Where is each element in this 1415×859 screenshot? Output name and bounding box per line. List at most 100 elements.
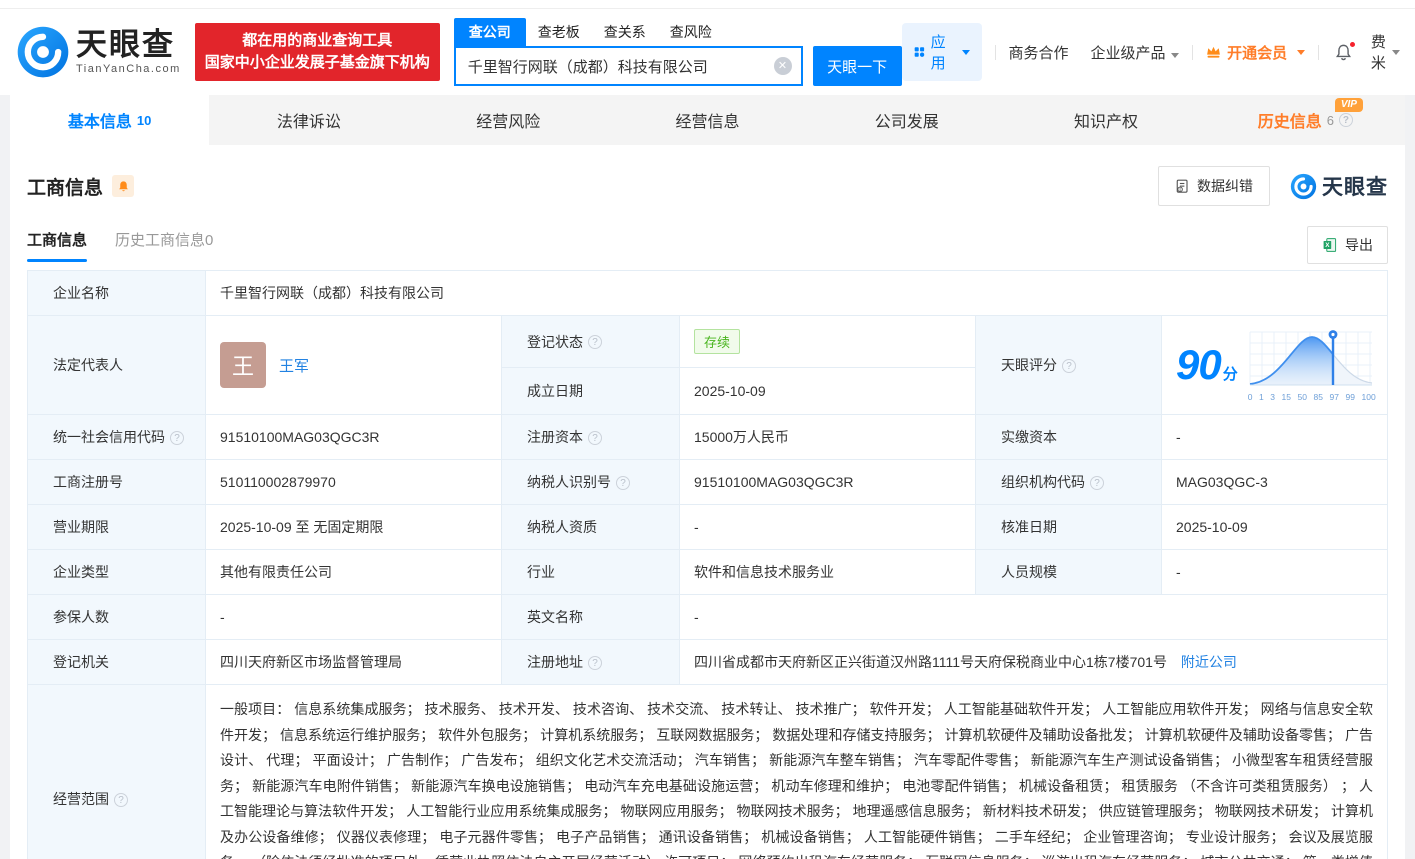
excel-export-icon: X	[1322, 237, 1338, 253]
field-label-business-scope: 经营范围	[28, 685, 206, 859]
subtab-history-business-info[interactable]: 历史工商信息0	[115, 229, 213, 262]
tab-legal-litigation[interactable]: 法律诉讼	[209, 95, 408, 145]
tab-label: 公司发展	[875, 108, 939, 132]
nav-apps[interactable]: 应用	[902, 23, 982, 81]
help-icon[interactable]	[588, 431, 602, 445]
field-label-reg-authority: 登记机关	[28, 640, 206, 685]
slogan-banner: 都在用的商业查询工具 国家中小企业发展子基金旗下机构	[195, 23, 440, 81]
tab-label: 经营风险	[476, 108, 540, 132]
nearby-companies-link[interactable]: 附近公司	[1181, 654, 1237, 670]
export-button[interactable]: X 导出	[1307, 226, 1388, 264]
tab-company-development[interactable]: 公司发展	[807, 95, 1006, 145]
nav-open-vip[interactable]: 开通会员	[1205, 42, 1305, 63]
chevron-down-icon	[1297, 50, 1305, 55]
tianyan-score: 90分	[1176, 341, 1238, 389]
help-icon[interactable]	[1339, 113, 1353, 127]
subtab-business-info[interactable]: 工商信息	[27, 229, 87, 262]
field-value-reg-status: 存续	[680, 316, 976, 368]
tianyancha-logo[interactable]: 天眼查 TianYanCha.com	[16, 25, 181, 79]
nav-cooperation[interactable]: 商务合作	[1008, 42, 1068, 63]
search-tab-relation[interactable]: 查关系	[592, 18, 658, 46]
field-value-staff-size: -	[1162, 550, 1388, 595]
divider	[1318, 45, 1319, 60]
score-distribution-chart: 0131550859799100	[1246, 328, 1376, 402]
help-icon[interactable]	[588, 335, 602, 349]
tab-operation-risk[interactable]: 经营风险	[409, 95, 608, 145]
field-value-reg-address: 四川省成都市天府新区正兴街道汉州路1111号天府保税商业中心1栋7楼701号 附…	[680, 640, 1388, 685]
field-value-reg-capital: 15000万人民币	[680, 415, 976, 460]
export-label: 导出	[1345, 235, 1373, 255]
field-value-company-type: 其他有限责任公司	[206, 550, 502, 595]
table-row: 营业期限 2025-10-09 至 无固定期限 纳税人资质 - 核准日期 202…	[28, 505, 1388, 550]
search-button[interactable]: 天眼一下	[813, 46, 902, 86]
field-value-industry: 软件和信息技术服务业	[680, 550, 976, 595]
score-axis-ticks: 0131550859799100	[1248, 392, 1376, 402]
search-area: 查公司 查老板 查关系 查风险 天眼一下	[454, 18, 902, 86]
chevron-down-icon	[962, 50, 970, 55]
subtab-label: 历史工商信息	[115, 232, 205, 249]
field-label-taxpayer-id: 纳税人识别号	[502, 460, 680, 505]
crown-icon	[1205, 44, 1222, 61]
table-row: 经营范围 一般项目： 信息系统集成服务； 技术服务、 技术开发、 技术咨询、 技…	[28, 685, 1388, 859]
legal-rep-name-link[interactable]: 王军	[279, 355, 309, 376]
tab-history-info[interactable]: VIP 历史信息 6	[1206, 95, 1405, 145]
nav-enterprise[interactable]: 企业级产品	[1090, 42, 1178, 63]
subscribe-bell-icon[interactable]	[112, 175, 134, 197]
apps-grid-icon	[914, 44, 925, 60]
section-title: 工商信息	[27, 173, 103, 200]
table-row: 统一社会信用代码 91510100MAG03QGC3R 注册资本 15000万人…	[28, 415, 1388, 460]
data-correction-label: 数据纠错	[1197, 176, 1253, 196]
tab-label: 历史信息	[1258, 108, 1322, 132]
field-value-reg-authority: 四川天府新区市场监督管理局	[206, 640, 502, 685]
logo-brand-name: 天眼查	[76, 29, 181, 61]
search-input[interactable]	[456, 58, 801, 75]
notification-bell-icon[interactable]	[1334, 43, 1353, 62]
field-label-industry: 行业	[502, 550, 680, 595]
subtab-count: 0	[205, 232, 213, 249]
legal-rep-avatar[interactable]: 王	[220, 342, 266, 388]
help-icon[interactable]	[170, 431, 184, 445]
help-icon[interactable]	[588, 656, 602, 670]
field-label-paid-capital: 实缴资本	[976, 415, 1162, 460]
nav-apps-label: 应用	[931, 31, 951, 73]
search-tab-boss[interactable]: 查老板	[526, 18, 592, 46]
basic-info-content: 工商信息	[10, 145, 1405, 859]
field-label-establish-date: 成立日期	[502, 368, 680, 415]
help-icon[interactable]	[1062, 359, 1076, 373]
field-value-establish-date: 2025-10-09	[680, 368, 976, 415]
field-label-reg-address: 注册地址	[502, 640, 680, 685]
table-row: 企业类型 其他有限责任公司 行业 软件和信息技术服务业 人员规模 -	[28, 550, 1388, 595]
field-label-business-term: 营业期限	[28, 505, 206, 550]
search-tab-risk[interactable]: 查风险	[658, 18, 724, 46]
field-value-business-scope: 一般项目： 信息系统集成服务； 技术服务、 技术开发、 技术咨询、 技术交流、 …	[206, 685, 1388, 859]
field-value-english-name: -	[680, 595, 1388, 640]
help-icon[interactable]	[114, 793, 128, 807]
field-label-company-type: 企业类型	[28, 550, 206, 595]
slogan-line-2: 国家中小企业发展子基金旗下机构	[205, 52, 430, 74]
clear-search-icon[interactable]	[774, 57, 792, 75]
tianyancha-logo-icon	[1290, 173, 1317, 200]
field-label-legal-rep: 法定代表人	[28, 316, 206, 415]
data-correction-icon	[1175, 179, 1190, 194]
search-tab-company[interactable]: 查公司	[454, 18, 526, 46]
nav-user[interactable]: 费米	[1371, 31, 1400, 73]
chevron-down-icon	[1392, 50, 1400, 55]
field-label-insured-count: 参保人数	[28, 595, 206, 640]
tab-basic-info[interactable]: 基本信息 10	[10, 95, 209, 145]
tab-intellectual-property[interactable]: 知识产权	[1006, 95, 1205, 145]
tab-count: 10	[137, 113, 151, 128]
help-icon[interactable]	[1090, 476, 1104, 490]
tab-label: 经营信息	[675, 108, 739, 132]
data-correction-button[interactable]: 数据纠错	[1158, 166, 1270, 206]
bell-icon	[117, 180, 130, 193]
help-icon[interactable]	[616, 476, 630, 490]
search-tabs: 查公司 查老板 查关系 查风险	[454, 18, 902, 46]
watermark-text: 天眼查	[1322, 171, 1388, 201]
table-row: 工商注册号 510110002879970 纳税人识别号 91510100MAG…	[28, 460, 1388, 505]
divider	[995, 45, 996, 60]
top-nav: 应用 商务合作 企业级产品 开通会员	[902, 23, 1400, 81]
nav-enterprise-label: 企业级产品	[1090, 45, 1165, 62]
field-label-approval-date: 核准日期	[976, 505, 1162, 550]
tab-operation-info[interactable]: 经营信息	[608, 95, 807, 145]
field-label-credit-code: 统一社会信用代码	[28, 415, 206, 460]
